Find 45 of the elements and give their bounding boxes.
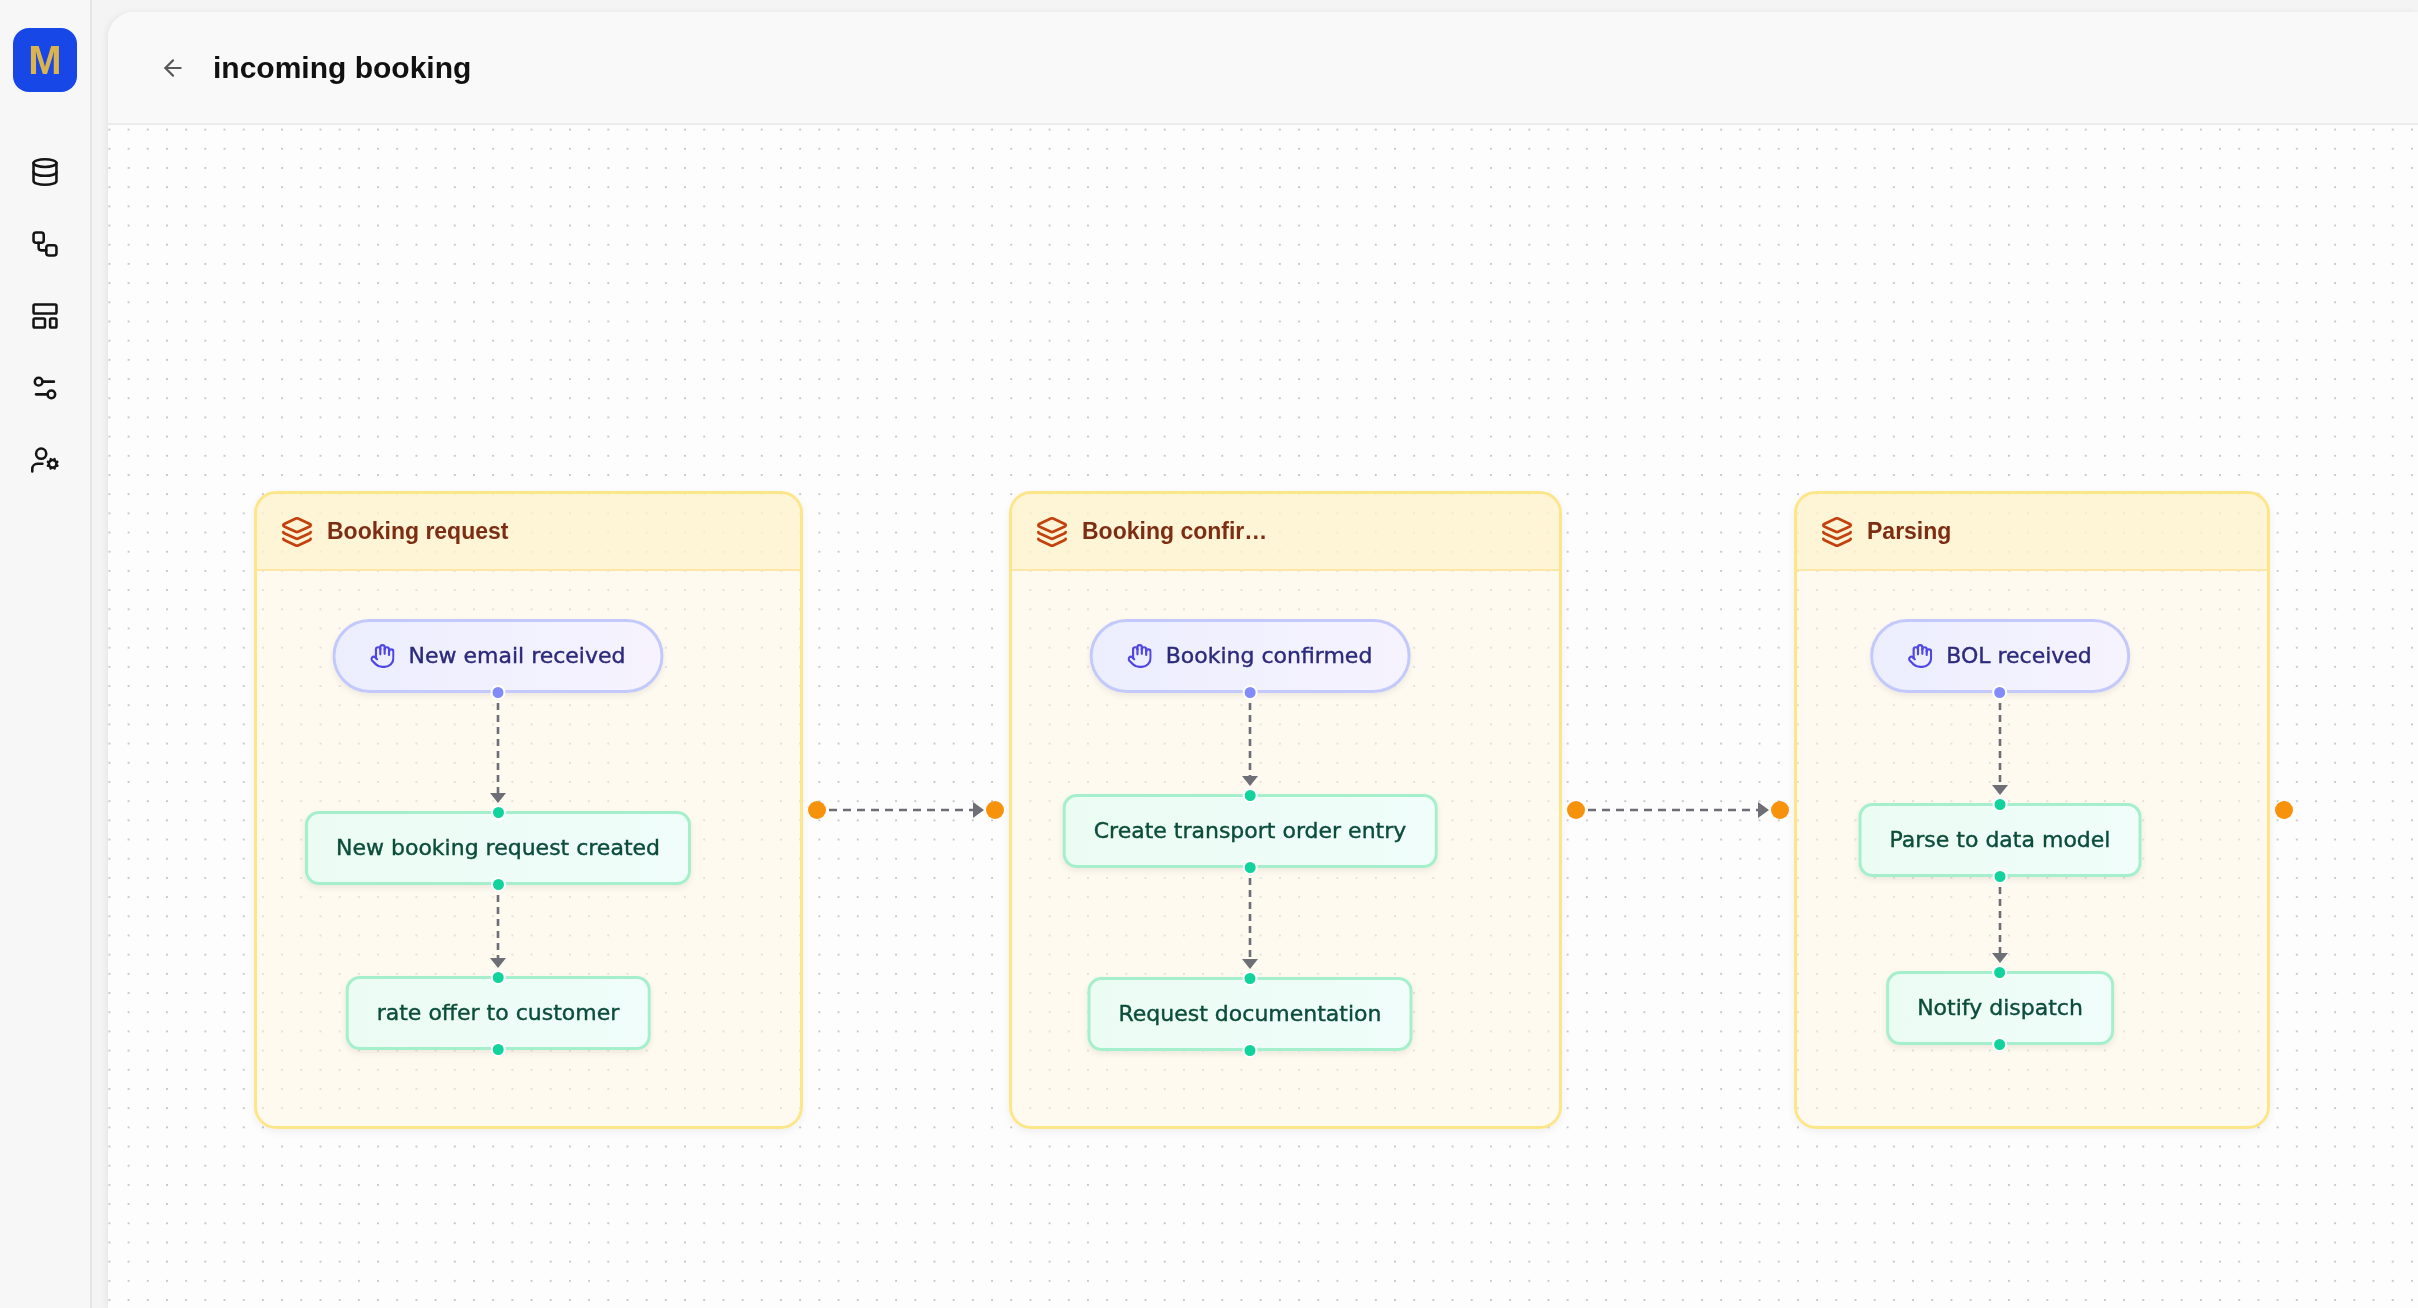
node-label: Create transport order entry	[1093, 817, 1407, 845]
handle-dot-icon[interactable]	[490, 804, 506, 820]
page-title: incoming booking	[213, 50, 472, 85]
handle-dot-icon[interactable]	[808, 801, 826, 819]
node-label: New email received	[408, 642, 626, 670]
hand-icon	[1908, 644, 1933, 668]
layers-icon	[282, 516, 312, 547]
node-label: Request documentation	[1118, 1000, 1382, 1028]
node-label: BOL received	[1946, 642, 2092, 670]
handle-dot-icon[interactable]	[1242, 787, 1258, 803]
handle-dot-icon[interactable]	[1992, 1036, 2008, 1052]
handle-dot-icon[interactable]	[1992, 868, 2008, 884]
layers-icon	[1037, 516, 1067, 547]
sliders-icon[interactable]	[31, 374, 59, 402]
node-label: rate offer to customer	[376, 999, 620, 1027]
handle-dot-icon[interactable]	[490, 684, 506, 700]
handle-dot-icon[interactable]	[1242, 859, 1258, 875]
node-label: Parse to data model	[1889, 826, 2111, 854]
handle-dot-icon[interactable]	[986, 801, 1004, 819]
group-title: Booking request	[327, 518, 509, 545]
workflow-icon[interactable]	[31, 230, 59, 258]
handle-dot-icon[interactable]	[1771, 801, 1789, 819]
database-icon[interactable]	[31, 158, 59, 186]
layout-icon[interactable]	[31, 302, 59, 330]
node-label: Notify dispatch	[1917, 994, 2083, 1022]
handle-dot-icon[interactable]	[2275, 801, 2293, 819]
app-logo: M	[13, 28, 77, 92]
handle-dot-icon[interactable]	[1242, 970, 1258, 986]
handle-dot-icon[interactable]	[1567, 801, 1585, 819]
group-title: Booking confir…	[1082, 518, 1268, 545]
user-settings-icon[interactable]	[31, 446, 59, 474]
hand-icon	[370, 644, 395, 668]
group-title: Parsing	[1867, 518, 1952, 545]
handle-dot-icon[interactable]	[490, 1041, 506, 1057]
node-label: Booking confirmed	[1165, 642, 1373, 670]
handle-dot-icon[interactable]	[1992, 796, 2008, 812]
handle-dot-icon[interactable]	[1992, 684, 2008, 700]
handle-dot-icon[interactable]	[1242, 1042, 1258, 1058]
handle-dot-icon[interactable]	[1992, 964, 2008, 980]
handle-dot-icon[interactable]	[1242, 684, 1258, 700]
node-label: New booking request created	[336, 834, 660, 862]
layers-icon	[1822, 516, 1852, 547]
handle-dot-icon[interactable]	[490, 876, 506, 892]
handle-dot-icon[interactable]	[490, 969, 506, 985]
hand-icon	[1127, 644, 1152, 668]
